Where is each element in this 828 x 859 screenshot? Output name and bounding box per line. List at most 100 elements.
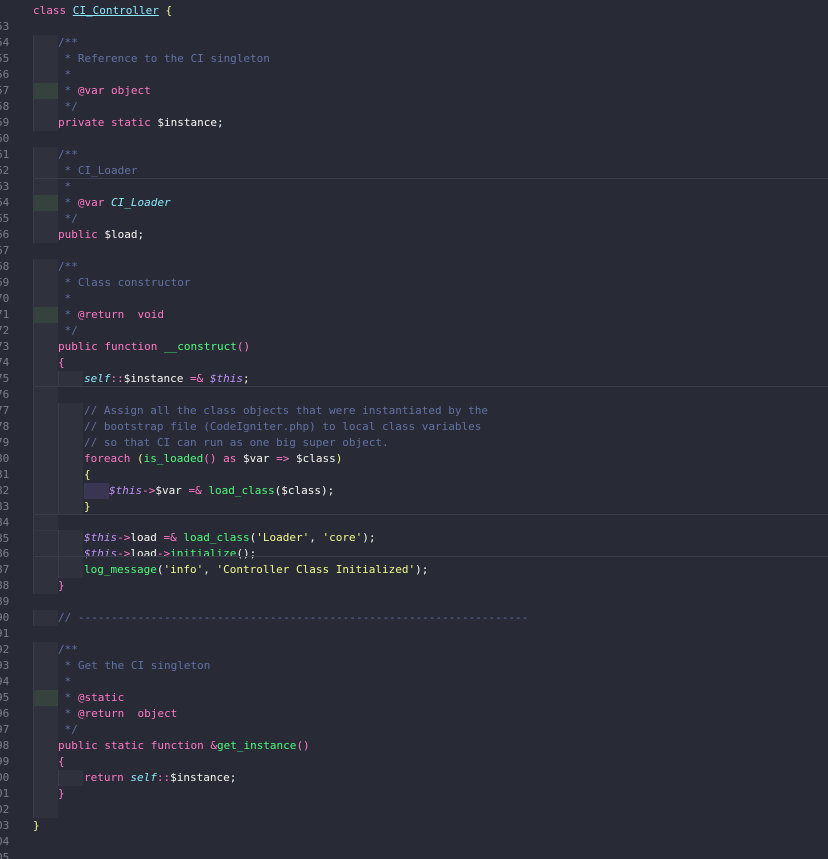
separator-line — [33, 514, 828, 515]
code-line[interactable]: 60 private static $instance; — [0, 115, 828, 145]
code-line[interactable]: 59 */ — [0, 99, 828, 129]
code-line[interactable]: 53 class CI_Controller { — [0, 3, 828, 33]
code-line[interactable]: 83 $this->$var =& load_class($class); — [0, 483, 828, 513]
code-text: } — [33, 819, 40, 832]
code-text: private static $instance; — [58, 116, 224, 129]
code-line[interactable]: 92 — [0, 626, 828, 656]
indent-guide — [33, 211, 58, 227]
code-line[interactable]: 75 { — [0, 355, 828, 385]
code-editor[interactable]: 53 class CI_Controller { 54 55 /** 56 * … — [0, 0, 828, 859]
code-line[interactable]: 86 $this->load =& load_class('Loader', '… — [0, 530, 828, 560]
code-text: /** — [58, 643, 78, 656]
code-line[interactable]: 56 * Reference to the CI singleton — [0, 51, 828, 81]
code-line[interactable]: 71 * — [0, 291, 828, 321]
code-line[interactable]: 91 // ----------------------------------… — [0, 610, 828, 640]
code-text: { — [84, 468, 91, 481]
code-line[interactable]: 63 * CI_Loader — [0, 163, 828, 193]
indent-guide — [33, 163, 58, 179]
indent-guide — [33, 195, 58, 211]
code-line[interactable]: 05 — [0, 834, 828, 859]
code-line[interactable]: 54 — [0, 19, 828, 49]
code-text: * — [58, 292, 72, 305]
indent-guide — [33, 690, 58, 706]
code-line[interactable]: 79 // bootstrap file (CodeIgniter.php) t… — [0, 419, 828, 449]
indent-guide — [33, 307, 58, 323]
code-line[interactable]: 74 public function __construct() — [0, 339, 828, 369]
code-text: /** — [58, 260, 78, 273]
indent-guide — [33, 642, 58, 658]
code-line[interactable]: 95 * — [0, 674, 828, 704]
indent-guide — [33, 706, 58, 722]
code-line[interactable]: 70 * Class constructor — [0, 275, 828, 305]
code-line[interactable]: 77 — [0, 387, 828, 417]
code-line[interactable]: 98 */ — [0, 722, 828, 752]
code-text: * @return void — [58, 308, 164, 321]
code-line[interactable]: 02 } — [0, 786, 828, 816]
code-line[interactable]: 93 /** — [0, 642, 828, 672]
indent-guide — [33, 275, 58, 291]
code-line[interactable]: 81 foreach (is_loaded() as $var => $clas… — [0, 451, 828, 481]
code-line[interactable]: 87 $this->load->initialize(); — [0, 546, 828, 576]
code-line[interactable]: 61 — [0, 131, 828, 161]
code-line[interactable]: 65 * @var CI_Loader — [0, 195, 828, 225]
indent-guide — [33, 115, 58, 131]
indent-guide — [33, 291, 58, 307]
code-line[interactable]: 04 } — [0, 818, 828, 848]
code-text: * @var CI_Loader — [58, 196, 171, 209]
code-line[interactable]: 80 // so that CI can run as one big supe… — [0, 435, 828, 465]
code-line[interactable]: 64 * — [0, 179, 828, 209]
code-line[interactable]: 66 */ — [0, 211, 828, 241]
indent-guide — [33, 754, 58, 770]
code-line[interactable]: 72 * @return void — [0, 307, 828, 337]
indent-guide — [33, 387, 58, 403]
code-text: * — [58, 68, 72, 81]
indent-guide — [33, 323, 58, 339]
indent-guide — [33, 483, 58, 499]
indent-guide — [58, 499, 83, 515]
code-text: * Class constructor — [58, 276, 191, 289]
code-line[interactable]: 76 self::$instance =& $this; — [0, 371, 828, 401]
code-line[interactable]: 82 { — [0, 467, 828, 497]
code-line[interactable]: 69 /** — [0, 259, 828, 289]
indent-guide — [33, 467, 58, 483]
code-line[interactable]: 68 — [0, 243, 828, 273]
indent-guide — [33, 99, 58, 115]
code-line[interactable]: 85 — [0, 515, 828, 545]
code-line[interactable]: 03 — [0, 802, 828, 832]
indent-guide — [33, 83, 58, 99]
indent-guide — [58, 562, 83, 578]
code-text: /** — [58, 148, 78, 161]
code-line[interactable]: 67 public $load; — [0, 227, 828, 257]
code-line[interactable]: 94 * Get the CI singleton — [0, 658, 828, 688]
code-line[interactable]: 89 } — [0, 578, 828, 608]
indent-guide — [33, 802, 58, 818]
code-line[interactable]: 58 * @var object — [0, 83, 828, 113]
code-line[interactable]: 78 // Assign all the class objects that … — [0, 403, 828, 433]
code-line[interactable]: 88 log_message('info', 'Controller Class… — [0, 562, 828, 592]
code-line[interactable]: 01 return self::$instance; — [0, 770, 828, 800]
indent-guide — [58, 451, 83, 467]
code-line[interactable]: 96 * @static — [0, 690, 828, 720]
code-line[interactable]: 00 { — [0, 754, 828, 784]
separator-line — [33, 556, 828, 557]
indent-guide — [33, 147, 58, 163]
code-line[interactable]: 90 — [0, 594, 828, 624]
indent-guide — [33, 738, 58, 754]
code-text: foreach (is_loaded() as $var => $class) — [84, 452, 343, 465]
code-line[interactable]: /** — [0, 35, 828, 51]
code-line[interactable]: 84 } — [0, 499, 828, 529]
indent-guide — [33, 67, 58, 83]
code-line[interactable]: 73 */ — [0, 323, 828, 353]
code-line[interactable]: 57 * — [0, 67, 828, 97]
indent-guide — [33, 722, 58, 738]
code-line[interactable]: 97 * @return object — [0, 706, 828, 736]
code-text: public static function &get_instance() — [58, 739, 310, 752]
code-text: $this->load =& load_class('Loader', 'cor… — [84, 531, 376, 544]
code-line[interactable]: 99 public static function &get_instance(… — [0, 738, 828, 768]
code-text: public $load; — [58, 228, 145, 241]
indent-guide — [58, 770, 83, 786]
indent-guide — [33, 786, 58, 802]
code-line[interactable]: 62 /** — [0, 147, 828, 177]
code-text: // Assign all the class objects that wer… — [84, 404, 488, 417]
indent-guide — [33, 371, 58, 387]
